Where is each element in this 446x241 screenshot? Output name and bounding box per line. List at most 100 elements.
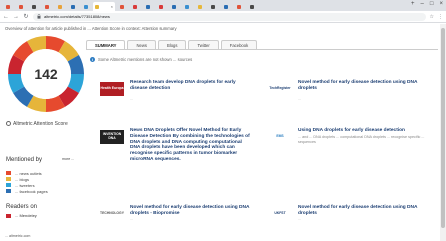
mention-item[interactable]: Health Europa Research team develop DNA d… <box>100 80 250 120</box>
mentioned-by-title: Mentioned by <box>6 157 43 163</box>
browser-tab[interactable] <box>54 2 66 11</box>
browser-tab[interactable] <box>15 2 27 11</box>
favicon-icon <box>159 4 163 9</box>
attention-score-label: Altmetric Attention Score <box>6 121 68 127</box>
source-logo: UKFST <box>268 207 292 221</box>
favicon-icon <box>95 4 99 9</box>
legend-swatch <box>6 171 11 175</box>
mention-title[interactable]: Novel method for early disease detection… <box>298 205 433 217</box>
footer-text: ... altmetric.com <box>5 234 31 238</box>
legend-swatch <box>6 183 11 187</box>
favicon-icon <box>133 4 137 9</box>
browser-tab[interactable] <box>2 2 14 11</box>
browser-tab[interactable] <box>116 2 128 11</box>
legend-swatch <box>6 189 11 193</box>
info-icon: i <box>90 57 95 62</box>
browser-tab[interactable] <box>207 2 219 11</box>
mention-meta: ... <box>130 97 133 101</box>
attention-donut <box>8 36 84 112</box>
mention-item[interactable]: INVENTION DNA News DNA Droplets Offer Nov… <box>100 128 250 168</box>
page-header: Overview of attention for article publis… <box>0 24 440 33</box>
browser-tab[interactable] <box>155 2 167 11</box>
browser-tab[interactable] <box>67 2 79 11</box>
legend-label: ... facebook pages <box>15 188 48 194</box>
mention-title[interactable]: Novel method for early disease detection… <box>130 205 250 217</box>
new-tab-button[interactable]: + <box>411 1 415 7</box>
favicon-icon <box>185 4 189 9</box>
lock-icon <box>37 14 41 19</box>
reload-button[interactable]: ↻ <box>23 13 29 20</box>
mention-title[interactable]: Using DNA droplets for early disease det… <box>298 128 433 134</box>
readers-title: Readers on <box>6 204 38 210</box>
browser-tab[interactable] <box>181 2 193 11</box>
forward-button[interactable]: → <box>13 14 19 20</box>
favicon-icon <box>146 4 150 9</box>
readers-swatch <box>6 213 11 218</box>
close-tab-icon[interactable]: × <box>111 4 113 9</box>
favicon-icon <box>198 4 202 9</box>
browser-tab[interactable] <box>246 2 258 11</box>
info-circle-icon <box>6 121 11 127</box>
browser-tab[interactable] <box>233 2 245 11</box>
tab-news[interactable]: News <box>127 40 156 49</box>
mention-note-text: Some Altmetric mentions are not shown ..… <box>98 57 193 62</box>
tab-facebook[interactable]: Facebook <box>220 40 258 49</box>
readers-label[interactable]: ... Mendeley <box>15 213 37 218</box>
favicon-icon <box>45 4 49 9</box>
readers-list: ... Mendeley <box>6 213 37 218</box>
tab-blogs[interactable]: Blogs <box>157 40 187 49</box>
favicon-icon <box>6 4 10 9</box>
tab-twitter[interactable]: Twitter <box>188 40 219 49</box>
favicon-icon <box>237 4 241 9</box>
mention-meta: ... <box>130 217 133 221</box>
browser-tab[interactable] <box>129 2 141 11</box>
favicon-icon <box>172 4 176 9</box>
mention-title[interactable]: Research team develop DNA droplets for e… <box>130 80 250 92</box>
browser-tab[interactable] <box>168 2 180 11</box>
legend-label: ... tweeters <box>15 182 35 188</box>
mention-item[interactable]: TECHNOLOGY Novel method for early disease… <box>100 205 250 241</box>
mention-title[interactable]: Novel method for early disease detection… <box>298 80 433 92</box>
favicon-icon <box>32 4 36 9</box>
favicon-icon <box>224 4 228 9</box>
source-logo: EMS <box>268 130 292 144</box>
close-window-button[interactable]: × <box>439 1 443 7</box>
favicon-icon <box>71 4 75 9</box>
back-button[interactable]: ← <box>3 14 9 20</box>
mention-item[interactable]: TechRegister Novel method for early disea… <box>268 80 433 120</box>
scrollbar-thumb[interactable] <box>441 28 445 228</box>
legend-label: ... blogs <box>15 176 30 182</box>
browser-tab[interactable] <box>41 2 53 11</box>
favicon-icon <box>120 4 124 9</box>
legend-label: ... news outlets <box>15 170 42 176</box>
source-logo: Health Europa <box>100 82 124 96</box>
tab-summary[interactable]: SUMMARY <box>86 40 126 49</box>
minimize-button[interactable]: – <box>421 1 424 7</box>
source-logo: INVENTION DNA <box>100 130 124 144</box>
favicon-icon <box>58 4 62 9</box>
browser-tab[interactable] <box>28 2 40 11</box>
more-link[interactable]: more ... <box>62 157 74 161</box>
mention-item[interactable]: UKFST Novel method for early disease dete… <box>268 205 433 241</box>
donut-center <box>21 49 71 99</box>
mention-tabs: SUMMARY News Blogs Twitter Facebook <box>86 40 438 50</box>
mention-item[interactable]: EMS Using DNA droplets for early disease … <box>268 128 433 168</box>
extensions-icon[interactable]: ⋮ <box>438 14 443 20</box>
favicon-icon <box>84 4 88 9</box>
browser-tab[interactable] <box>194 2 206 11</box>
maximize-button[interactable]: □ <box>430 1 434 7</box>
browser-tab[interactable] <box>80 2 92 11</box>
star-icon[interactable]: ☆ <box>430 14 434 20</box>
page-scrollbar[interactable] <box>440 24 446 241</box>
source-logo: TechRegister <box>268 82 292 96</box>
address-bar[interactable]: altmetric.com/details/77351808/news <box>33 12 426 21</box>
mention-meta: ... <box>298 97 301 101</box>
browser-tab[interactable] <box>220 2 232 11</box>
mention-title[interactable]: News DNA Droplets Offer Novel Method for… <box>130 128 250 163</box>
score-label-text: Altmetric Attention Score <box>13 121 68 127</box>
mentioned-by-item[interactable]: ... facebook pages <box>6 188 48 194</box>
mentioned-by-list: ... news outlets... blogs... tweeters...… <box>6 170 48 194</box>
mention-note: i Some Altmetric mentions are not shown … <box>90 57 192 62</box>
browser-tab[interactable] <box>142 2 154 11</box>
browser-tab[interactable]: × <box>93 2 115 11</box>
